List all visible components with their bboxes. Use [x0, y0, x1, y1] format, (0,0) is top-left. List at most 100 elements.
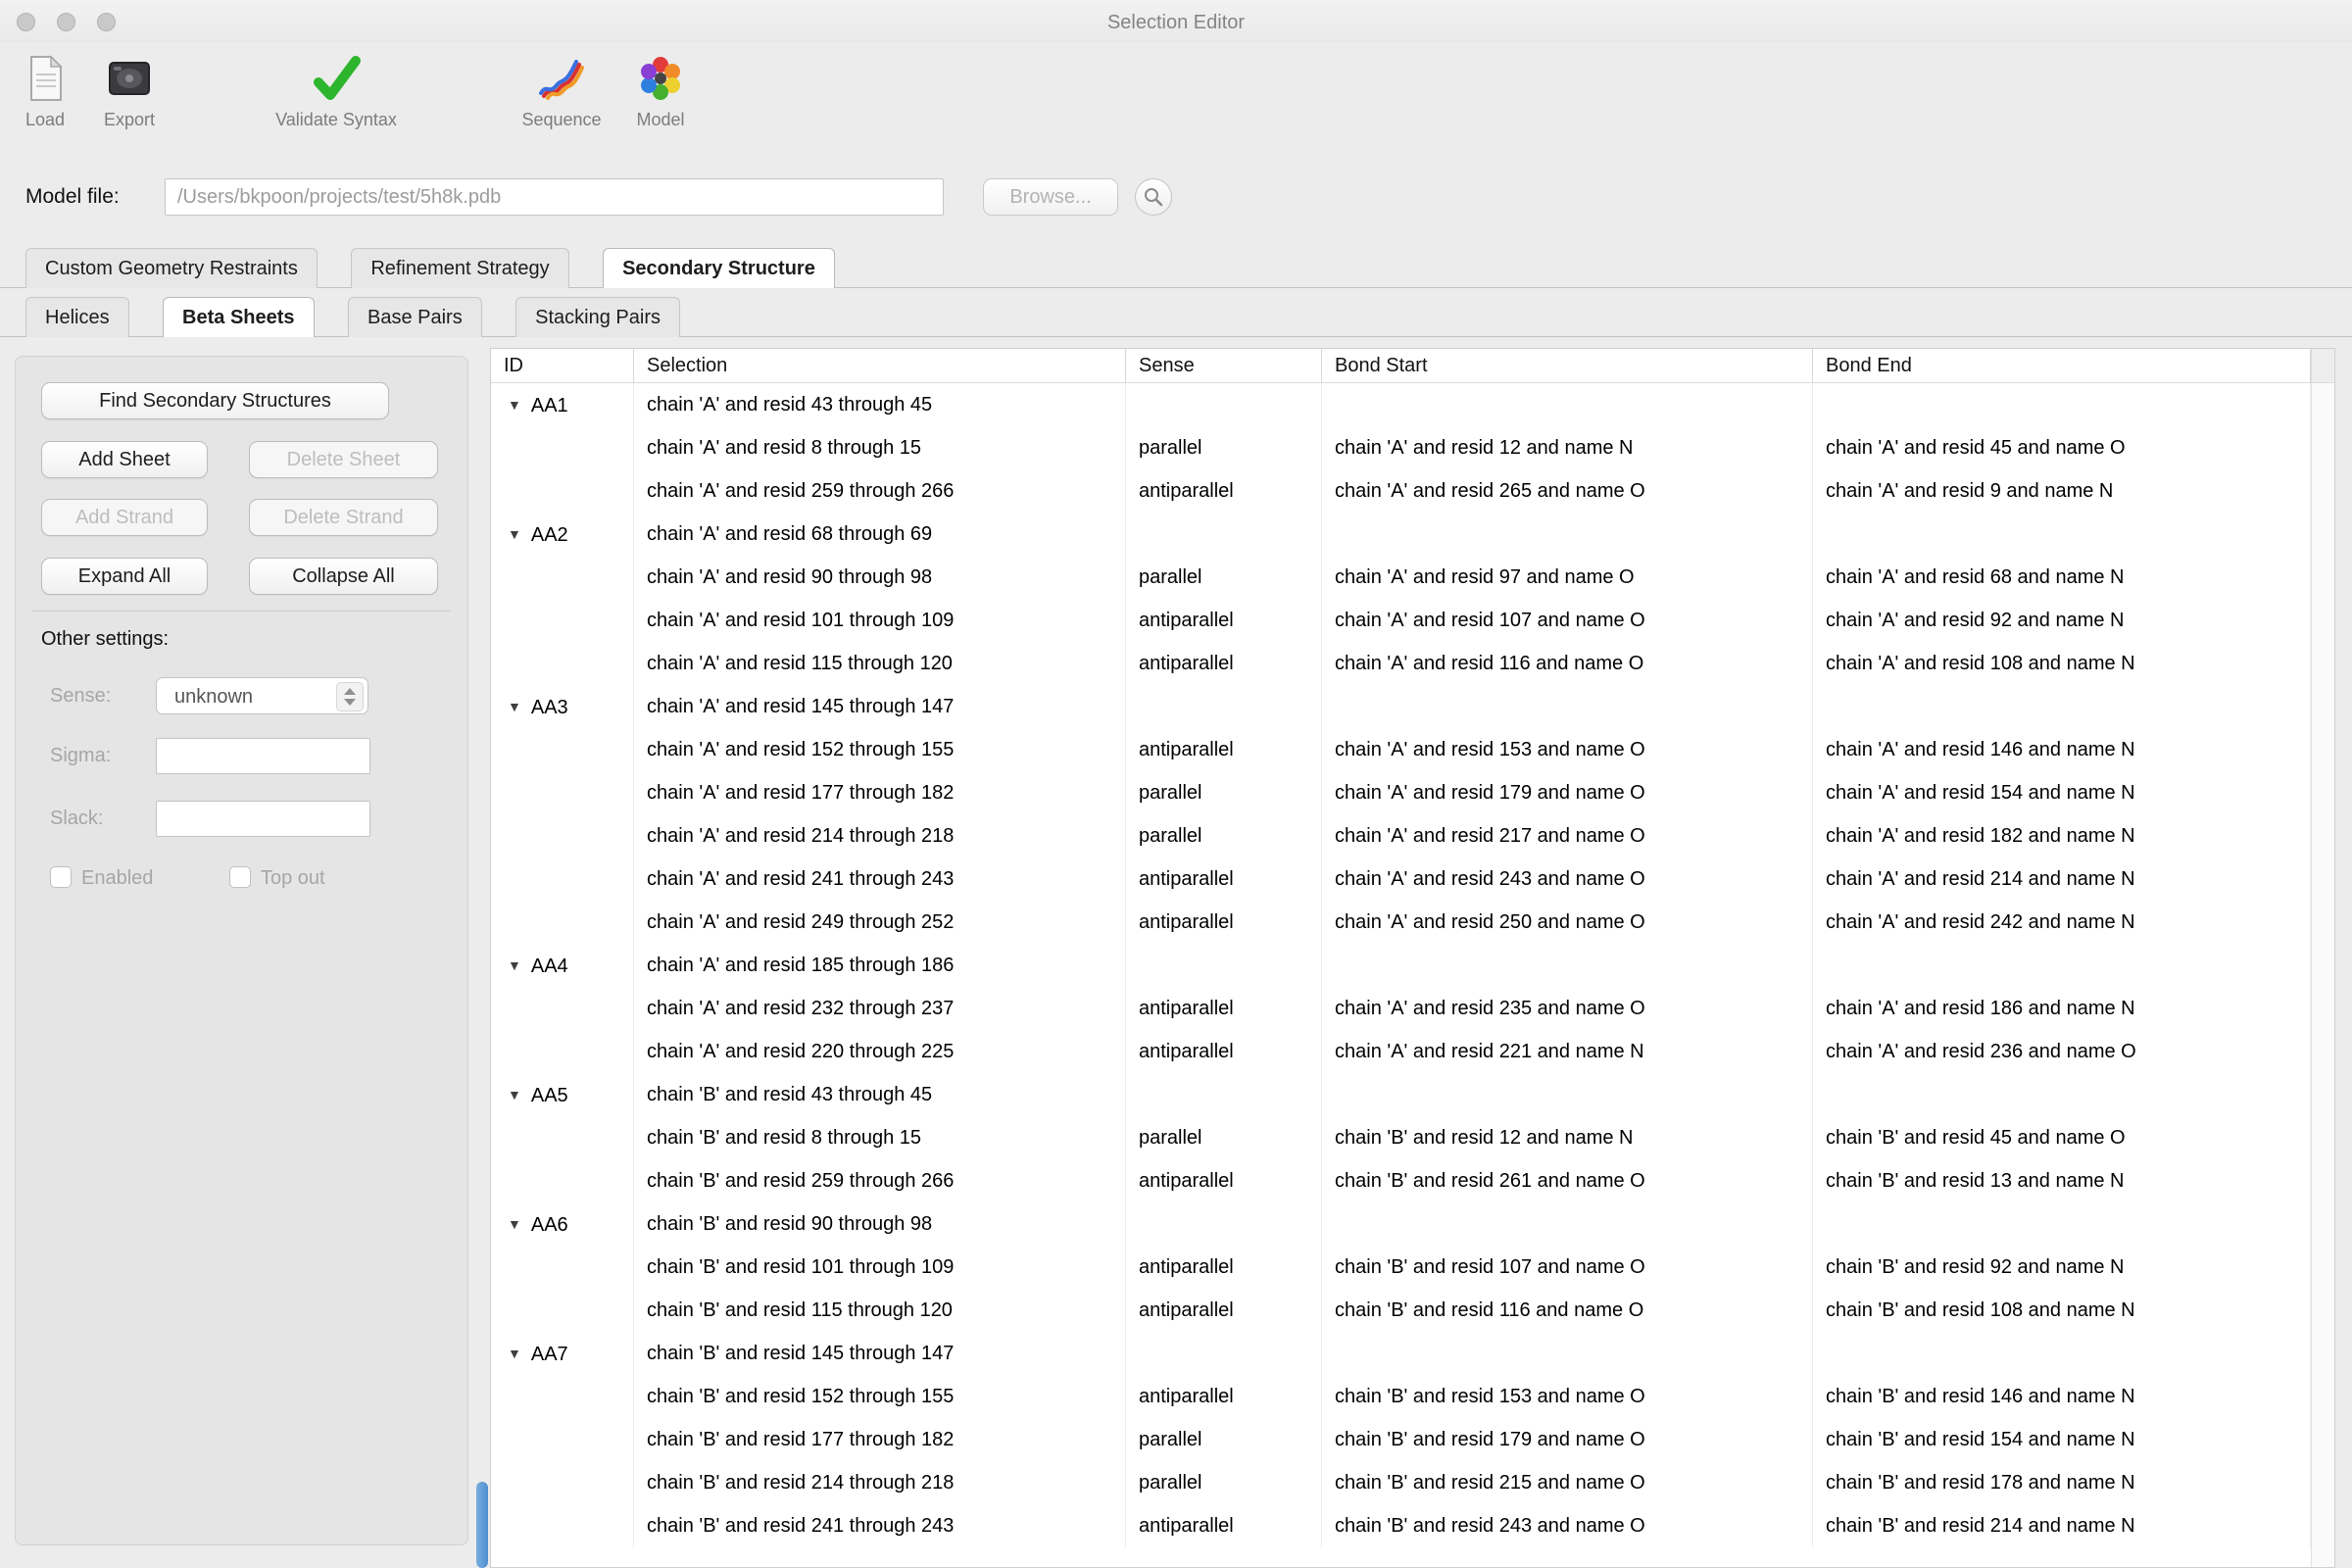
tab-custom-geometry-restraints[interactable]: Custom Geometry Restraints — [25, 248, 318, 288]
window-title: Selection Editor — [0, 0, 2352, 42]
validate-syntax-button[interactable]: Validate Syntax — [250, 51, 422, 130]
disclosure-triangle-icon[interactable]: ▼ — [508, 944, 521, 987]
tab-secondary-structure[interactable]: Secondary Structure — [603, 248, 835, 288]
vertical-scrollbar-track[interactable] — [2311, 349, 2334, 1567]
column-header-bond-start[interactable]: Bond Start — [1322, 349, 1813, 382]
strand-row[interactable]: chain 'A' and resid 214 through 218paral… — [491, 814, 2311, 858]
export-label: Export — [94, 110, 165, 130]
selection-cell: chain 'B' and resid 177 through 182 — [634, 1418, 1126, 1461]
sheet-row[interactable]: ▼AA4chain 'A' and resid 185 through 186 — [491, 944, 2311, 987]
tab-helices[interactable]: Helices — [25, 297, 129, 337]
strand-row[interactable]: chain 'B' and resid 101 through 109antip… — [491, 1246, 2311, 1289]
id-cell — [491, 1030, 634, 1073]
tab-stacking-pairs[interactable]: Stacking Pairs — [515, 297, 680, 337]
strand-row[interactable]: chain 'B' and resid 241 through 243antip… — [491, 1504, 2311, 1547]
id-cell — [491, 426, 634, 469]
bond-start-cell: chain 'B' and resid 261 and name O — [1322, 1159, 1813, 1202]
tab-base-pairs[interactable]: Base Pairs — [348, 297, 482, 337]
selection-cell: chain 'A' and resid 177 through 182 — [634, 771, 1126, 814]
selection-cell: chain 'A' and resid 152 through 155 — [634, 728, 1126, 771]
sense-cell: parallel — [1126, 556, 1322, 599]
column-header-bond-end[interactable]: Bond End — [1813, 349, 2311, 382]
delete-sheet-button[interactable]: Delete Sheet — [249, 441, 438, 478]
sheet-id: AA7 — [531, 1344, 568, 1365]
bond-end-cell: chain 'A' and resid 186 and name N — [1813, 987, 2311, 1030]
bond-start-cell: chain 'A' and resid 235 and name O — [1322, 987, 1813, 1030]
strand-row[interactable]: chain 'B' and resid 115 through 120antip… — [491, 1289, 2311, 1332]
column-header-id[interactable]: ID — [491, 349, 634, 382]
strand-row[interactable]: chain 'A' and resid 232 through 237antip… — [491, 987, 2311, 1030]
browse-button[interactable]: Browse... — [983, 178, 1118, 216]
sheet-row[interactable]: ▼AA2chain 'A' and resid 68 through 69 — [491, 513, 2311, 556]
search-button[interactable] — [1135, 178, 1172, 216]
sheet-row[interactable]: ▼ AA7 chain 'B' and resid 145 through 147 — [491, 1332, 2311, 1375]
bond-start-cell: chain 'B' and resid 12 and name N — [1322, 1116, 1813, 1159]
table-header: ID Selection Sense Bond Start Bond End — [491, 349, 2311, 383]
add-sheet-button[interactable]: Add Sheet — [41, 441, 208, 478]
disclosure-triangle-icon[interactable]: ▼ — [508, 1202, 521, 1246]
column-header-sense[interactable]: Sense — [1126, 349, 1322, 382]
sheet-row[interactable]: ▼AA5chain 'B' and resid 43 through 45 — [491, 1073, 2311, 1116]
find-secondary-structures-button[interactable]: Find Secondary Structures — [41, 382, 389, 419]
strand-row[interactable]: chain 'A' and resid 259 through 266antip… — [491, 469, 2311, 513]
strand-row[interactable]: chain 'A' and resid 177 through 182paral… — [491, 771, 2311, 814]
id-cell — [491, 1461, 634, 1504]
strand-row[interactable]: chain 'B' and resid 177 through 182paral… — [491, 1418, 2311, 1461]
strand-row[interactable]: chain 'A' and resid 90 through 98paralle… — [491, 556, 2311, 599]
selection-cell: chain 'A' and resid 101 through 109 — [634, 599, 1126, 642]
disclosure-triangle-icon[interactable]: ▼ — [508, 383, 521, 426]
id-cell — [491, 469, 634, 513]
strand-row[interactable]: chain 'A' and resid 101 through 109antip… — [491, 599, 2311, 642]
strand-row[interactable]: chain 'A' and resid 241 through 243antip… — [491, 858, 2311, 901]
sense-cell: parallel — [1126, 426, 1322, 469]
sequence-button[interactable]: Sequence — [510, 51, 613, 130]
sigma-input[interactable] — [156, 738, 370, 774]
export-button[interactable]: Export — [94, 51, 165, 130]
sense-dropdown[interactable]: unknown — [156, 677, 368, 714]
vertical-scrollbar-thumb[interactable] — [476, 1482, 488, 1568]
selection-cell: chain 'B' and resid 145 through 147 — [634, 1332, 1126, 1375]
model-molecule-icon — [617, 51, 704, 106]
load-button[interactable]: Load — [10, 51, 80, 130]
sense-cell: antiparallel — [1126, 642, 1322, 685]
model-file-input[interactable] — [165, 178, 944, 216]
collapse-all-button[interactable]: Collapse All — [249, 558, 438, 595]
disclosure-triangle-icon[interactable]: ▼ — [508, 1332, 521, 1375]
sense-label: Sense: — [50, 685, 111, 708]
enabled-checkbox[interactable] — [50, 866, 72, 888]
selection-cell: chain 'A' and resid 220 through 225 — [634, 1030, 1126, 1073]
strand-row[interactable]: chain 'B' and resid 214 through 218paral… — [491, 1461, 2311, 1504]
bond-end-cell: chain 'B' and resid 154 and name N — [1813, 1418, 2311, 1461]
sheet-row[interactable]: ▼AA6chain 'B' and resid 90 through 98 — [491, 1202, 2311, 1246]
strand-row[interactable]: chain 'B' and resid 152 through 155antip… — [491, 1375, 2311, 1418]
sense-cell: parallel — [1126, 1461, 1322, 1504]
strand-row[interactable]: chain 'A' and resid 8 through 15parallel… — [491, 426, 2311, 469]
strand-row[interactable]: chain 'A' and resid 249 through 252antip… — [491, 901, 2311, 944]
expand-all-button[interactable]: Expand All — [41, 558, 208, 595]
bond-start-cell: chain 'A' and resid 179 and name O — [1322, 771, 1813, 814]
add-strand-button[interactable]: Add Strand — [41, 499, 208, 536]
column-header-selection[interactable]: Selection — [634, 349, 1126, 382]
top-out-checkbox[interactable] — [229, 866, 251, 888]
disclosure-triangle-icon[interactable]: ▼ — [508, 513, 521, 556]
id-cell — [491, 1159, 634, 1202]
sense-cell: parallel — [1126, 1418, 1322, 1461]
slack-input[interactable] — [156, 801, 370, 837]
strand-row[interactable]: chain 'B' and resid 259 through 266antip… — [491, 1159, 2311, 1202]
strand-row[interactable]: chain 'B' and resid 8 through 15parallel… — [491, 1116, 2311, 1159]
sheet-row[interactable]: ▼AA3chain 'A' and resid 145 through 147 — [491, 685, 2311, 728]
disclosure-triangle-icon[interactable]: ▼ — [508, 1073, 521, 1116]
strand-row[interactable]: chain 'A' and resid 152 through 155antip… — [491, 728, 2311, 771]
sheet-row[interactable]: ▼AA1chain 'A' and resid 43 through 45 — [491, 383, 2311, 426]
strand-row[interactable]: chain 'A' and resid 115 through 120antip… — [491, 642, 2311, 685]
tab-refinement-strategy[interactable]: Refinement Strategy — [351, 248, 568, 288]
selection-cell: chain 'A' and resid 115 through 120 — [634, 642, 1126, 685]
bond-end-cell: chain 'B' and resid 108 and name N — [1813, 1289, 2311, 1332]
sense-cell: antiparallel — [1126, 1246, 1322, 1289]
bond-start-cell — [1322, 383, 1813, 426]
disclosure-triangle-icon[interactable]: ▼ — [508, 685, 521, 728]
delete-strand-button[interactable]: Delete Strand — [249, 499, 438, 536]
model-button[interactable]: Model — [617, 51, 704, 130]
strand-row[interactable]: chain 'A' and resid 220 through 225antip… — [491, 1030, 2311, 1073]
tab-beta-sheets[interactable]: Beta Sheets — [163, 297, 315, 337]
